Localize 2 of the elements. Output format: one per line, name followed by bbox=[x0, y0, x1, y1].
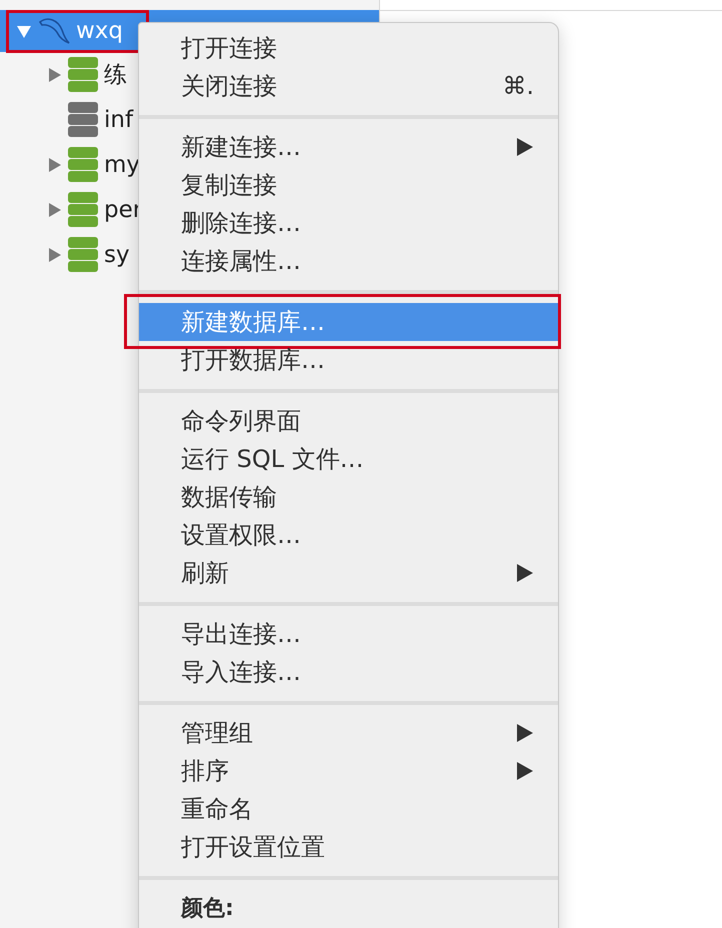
shortcut-label: ⌘. bbox=[502, 72, 534, 100]
menu-section-label: 颜色: bbox=[180, 895, 235, 923]
